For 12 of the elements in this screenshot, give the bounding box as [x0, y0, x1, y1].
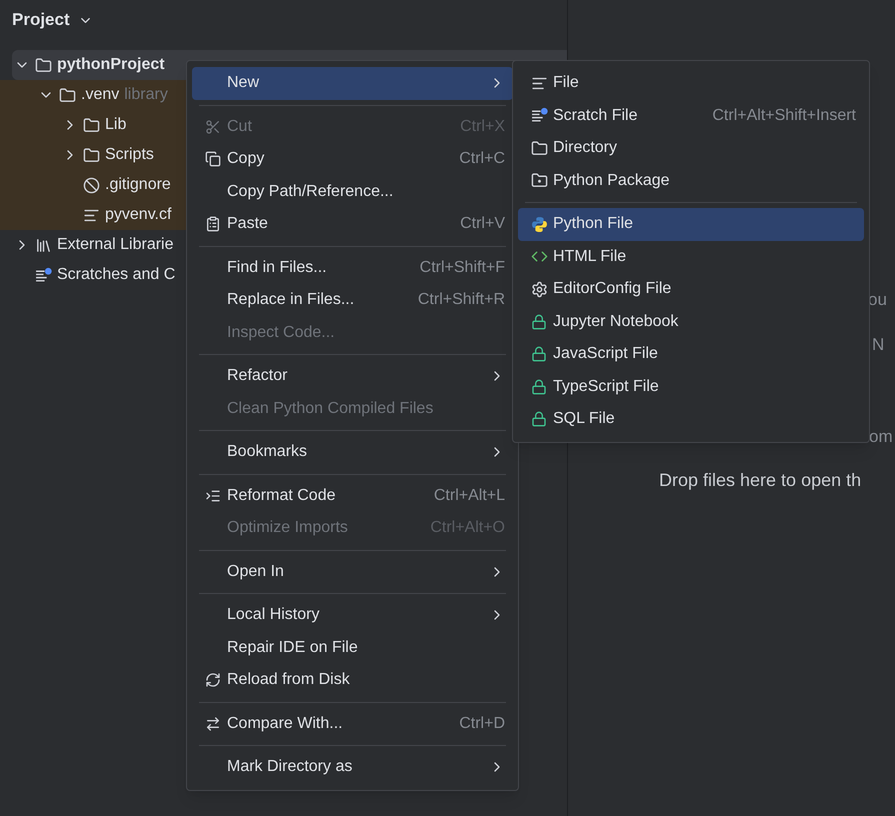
shortcut-text: Ctrl+Alt+Shift+Insert — [712, 106, 856, 126]
shortcut-text: Ctrl+Alt+L — [434, 486, 505, 506]
shortcut-text: Ctrl+C — [459, 149, 505, 170]
tree-hint: library — [124, 85, 168, 105]
shortcut-text: Ctrl+Shift+F — [420, 258, 505, 278]
panel-title: Project — [12, 9, 70, 32]
shortcut-text: Ctrl+D — [459, 714, 505, 734]
editor-hint-text: om — [869, 426, 893, 448]
shortcut-text: Ctrl+V — [460, 214, 505, 234]
shortcut-text: Ctrl+Shift+R — [418, 290, 505, 310]
drop-files-hint: Drop files here to open th — [659, 469, 862, 492]
editor-hint-text: N — [872, 334, 884, 356]
